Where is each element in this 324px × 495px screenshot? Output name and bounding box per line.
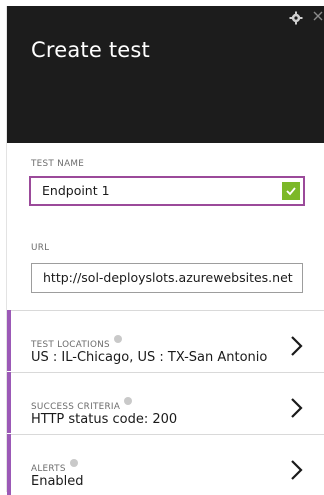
alerts-label: ALERTS xyxy=(31,459,78,474)
blade-header: Create test xyxy=(7,6,324,143)
close-icon[interactable] xyxy=(312,10,324,22)
url-label: URL xyxy=(31,243,50,253)
success-criteria-row[interactable]: SUCCESS CRITERIA HTTP status code: 200 xyxy=(7,372,324,433)
info-icon xyxy=(124,397,133,405)
success-criteria-value: HTTP status code: 200 xyxy=(31,412,178,427)
test-name-label: TEST NAME xyxy=(31,159,85,169)
gear-icon[interactable] xyxy=(289,11,303,25)
alerts-value: Enabled xyxy=(31,474,84,489)
chevron-right-icon[interactable] xyxy=(290,397,304,419)
create-test-blade: Create test TEST NAME Endpoint 1 URL htt… xyxy=(6,6,324,495)
url-input[interactable]: http://sol-deployslots.azurewebsites.net xyxy=(31,263,303,293)
row-accent-bar xyxy=(7,310,11,371)
alerts-row[interactable]: ALERTS Enabled xyxy=(7,434,324,495)
page-title: Create test xyxy=(31,38,150,62)
test-name-value: Endpoint 1 xyxy=(42,183,110,198)
test-locations-label: TEST LOCATIONS xyxy=(31,335,122,350)
check-icon xyxy=(282,182,300,200)
test-locations-value: US : IL-Chicago, US : TX-San Antonio xyxy=(31,350,268,365)
chevron-right-icon[interactable] xyxy=(290,335,304,357)
info-icon xyxy=(113,335,122,343)
success-criteria-label: SUCCESS CRITERIA xyxy=(31,397,133,412)
chevron-right-icon[interactable] xyxy=(290,459,304,481)
row-accent-bar xyxy=(7,372,11,433)
url-value: http://sol-deployslots.azurewebsites.net xyxy=(43,270,293,285)
info-icon xyxy=(69,459,78,467)
row-accent-bar xyxy=(7,434,11,495)
test-name-input[interactable]: Endpoint 1 xyxy=(29,176,305,206)
test-locations-row[interactable]: TEST LOCATIONS US : IL-Chicago, US : TX-… xyxy=(7,310,324,371)
